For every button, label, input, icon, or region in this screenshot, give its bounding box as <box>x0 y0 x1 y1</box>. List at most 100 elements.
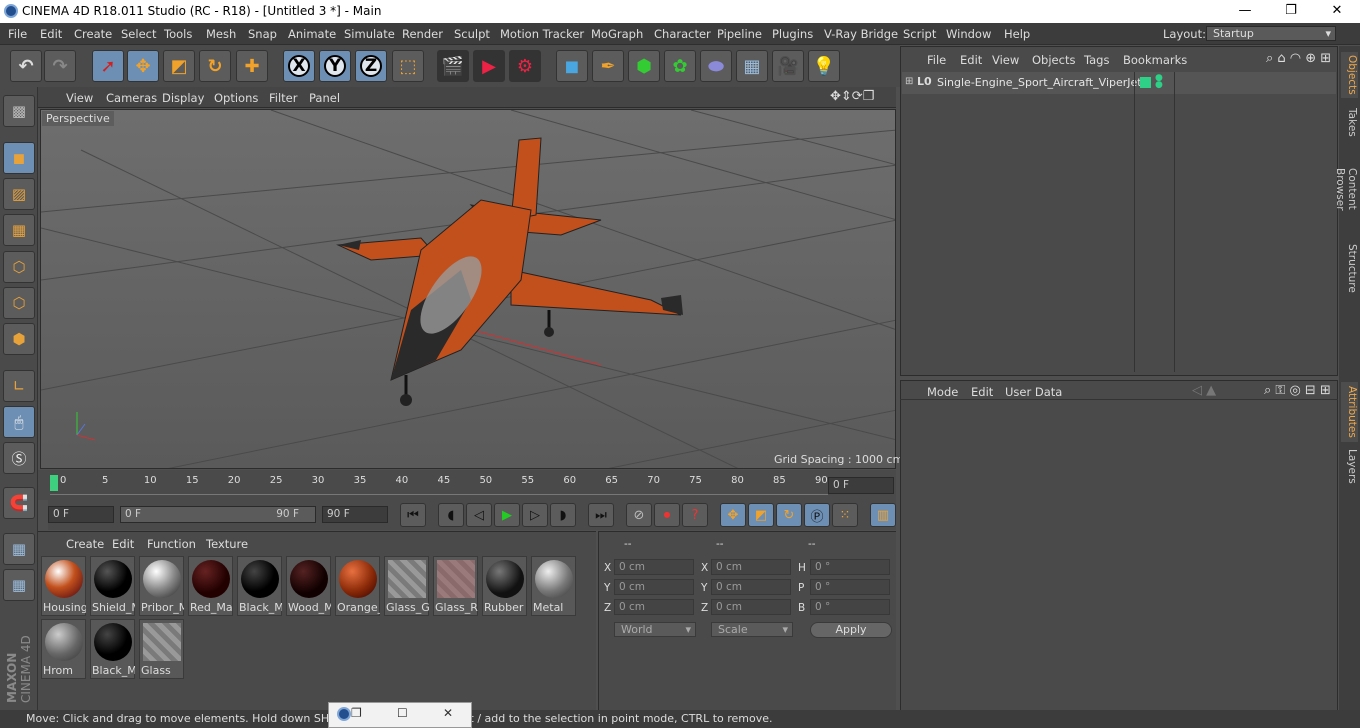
go-to-start-button[interactable]: ⏮ <box>400 503 426 527</box>
camera-button[interactable]: 🎥 <box>772 50 804 82</box>
key-position-button[interactable]: ✥ <box>720 503 746 527</box>
object-name[interactable]: Single-Engine_Sport_Aircraft_ViperJet <box>937 76 1142 89</box>
model-mode-button[interactable]: ◼ <box>3 142 35 174</box>
maximize-button[interactable]: ❐ <box>1268 0 1314 23</box>
viewport-menu-display[interactable]: Display <box>162 91 204 105</box>
viewport-menu-options[interactable]: Options <box>214 91 258 105</box>
material-swatch[interactable]: Black_M <box>237 556 282 616</box>
material-menu-function[interactable]: Function <box>147 537 196 551</box>
end-frame-field[interactable]: 90 F <box>322 506 388 523</box>
menu-animate[interactable]: Animate <box>288 27 336 41</box>
tab-structure[interactable]: Structure <box>1341 242 1358 294</box>
object-menu-tags[interactable]: Tags <box>1084 53 1109 67</box>
viewport-menu-cameras[interactable]: Cameras <box>106 91 157 105</box>
snap-button[interactable]: 🧲 <box>3 487 35 519</box>
close-button[interactable]: ✕ <box>1314 0 1360 23</box>
tab-attributes[interactable]: Attributes <box>1341 382 1358 442</box>
rotate-tool-button[interactable]: ↻ <box>199 50 231 82</box>
axis-mode-button[interactable]: ∟ <box>3 370 35 402</box>
autokey-button[interactable]: ? <box>682 503 708 527</box>
material-swatch[interactable]: Rubber <box>482 556 527 616</box>
mograph-cloner-button[interactable]: ✿ <box>664 50 696 82</box>
menu-snap[interactable]: Snap <box>248 27 277 41</box>
record-disabled-button[interactable]: ⊘ <box>626 503 652 527</box>
redo-button[interactable]: ↷ <box>44 50 76 82</box>
solo-mode-button[interactable]: Ⓢ <box>3 442 35 474</box>
render-picture-viewer-button[interactable]: ▶ <box>473 50 505 82</box>
key-parameter-button[interactable]: Ⓟ <box>804 503 830 527</box>
menu-file[interactable]: File <box>8 27 27 41</box>
menu-window[interactable]: Window <box>946 27 991 41</box>
material-swatch[interactable]: Red_Ma <box>188 556 233 616</box>
current-frame-field[interactable]: 0 F <box>828 477 894 494</box>
tab-takes[interactable]: Takes <box>1341 104 1358 140</box>
size-y-field[interactable]: 0 cm <box>711 579 791 595</box>
perspective-viewport[interactable] <box>40 109 896 469</box>
play-button[interactable]: ▶ <box>494 503 520 527</box>
position-z-field[interactable]: 0 cm <box>614 599 694 615</box>
visibility-dots-icon[interactable]: ● ● <box>1155 74 1163 90</box>
menu-mesh[interactable]: Mesh <box>206 27 236 41</box>
menu-script[interactable]: Script <box>903 27 936 41</box>
frame-range-slider[interactable]: 0 F 90 F <box>120 506 316 523</box>
menu-simulate[interactable]: Simulate <box>344 27 395 41</box>
transform-tool-button[interactable]: ✚ <box>236 50 268 82</box>
material-swatch[interactable]: Orange_ <box>335 556 380 616</box>
material-swatch[interactable]: Hrom <box>41 619 86 679</box>
move-tool-button[interactable]: ✥ <box>127 50 159 82</box>
next-key-button[interactable]: ◗ <box>550 503 576 527</box>
menu-character[interactable]: Character <box>654 27 711 41</box>
menu-pipeline[interactable]: Pipeline <box>717 27 762 41</box>
make-editable-button[interactable]: ▩ <box>3 95 35 127</box>
coordinate-space-dropdown[interactable]: World ▾ <box>614 622 696 637</box>
menu-vray-bridge[interactable]: V-Ray Bridge <box>824 27 898 41</box>
material-swatch[interactable]: Glass_Re <box>433 556 478 616</box>
y-axis-lock-button[interactable]: Y <box>319 50 351 82</box>
coordinate-system-button[interactable]: ⬚ <box>392 50 424 82</box>
size-x-field[interactable]: 0 cm <box>711 559 791 575</box>
material-swatch[interactable]: Glass_G <box>384 556 429 616</box>
cube-object-button[interactable]: ◼ <box>556 50 588 82</box>
previous-key-button[interactable]: ◖ <box>438 503 464 527</box>
key-scale-button[interactable]: ◩ <box>748 503 774 527</box>
light-button[interactable]: 💡 <box>808 50 840 82</box>
menu-create[interactable]: Create <box>74 27 112 41</box>
menu-edit[interactable]: Edit <box>40 27 62 41</box>
layer-color-swatch[interactable] <box>1140 77 1151 88</box>
position-x-field[interactable]: 0 cm <box>614 559 694 575</box>
tab-layers[interactable]: Layers <box>1341 448 1358 484</box>
menu-plugins[interactable]: Plugins <box>772 27 813 41</box>
next-frame-button[interactable]: ▷ <box>522 503 548 527</box>
x-axis-lock-button[interactable]: X <box>283 50 315 82</box>
menu-select[interactable]: Select <box>121 27 156 41</box>
material-swatch[interactable]: Glass <box>139 619 184 679</box>
previous-frame-button[interactable]: ◁ <box>466 503 492 527</box>
size-mode-dropdown[interactable]: Scale ▾ <box>711 622 793 637</box>
key-pla-button[interactable]: ⁙ <box>832 503 858 527</box>
timeline-ruler[interactable]: 0 5 10 15 20 25 30 35 40 45 50 55 60 65 70 75 80 85 90 0 F <box>38 470 896 500</box>
object-menu-view[interactable]: View <box>992 53 1019 67</box>
object-menu-file[interactable]: File <box>927 53 946 67</box>
apply-button[interactable]: Apply <box>810 622 892 638</box>
rotation-b-field[interactable]: 0 ° <box>810 599 890 615</box>
render-settings-button[interactable]: ⚙ <box>509 50 541 82</box>
object-manager-tool-icons[interactable]: ⌕ ⌂ ◠ ⊕ ⊞ <box>1266 51 1331 66</box>
tab-content-browser[interactable]: Content Browser <box>1334 146 1358 232</box>
menu-motion-tracker[interactable]: Motion Tracker <box>500 27 584 41</box>
material-menu-edit[interactable]: Edit <box>112 537 134 551</box>
tweak-mode-button[interactable]: 🖱 <box>3 406 35 438</box>
subdivision-button[interactable]: ⬢ <box>628 50 660 82</box>
size-z-field[interactable]: 0 cm <box>711 599 791 615</box>
z-axis-lock-button[interactable]: Z <box>355 50 387 82</box>
object-menu-objects[interactable]: Objects <box>1032 53 1075 67</box>
go-to-end-button[interactable]: ⏭ <box>588 503 614 527</box>
points-mode-button[interactable]: ⬡ <box>3 251 35 283</box>
object-menu-edit[interactable]: Edit <box>960 53 982 67</box>
live-selection-button[interactable]: ➚ <box>92 50 124 82</box>
playhead-marker[interactable] <box>50 475 58 491</box>
object-row[interactable]: ⊞ L0 Single-Engine_Sport_Aircraft_ViperJ… <box>902 72 1336 372</box>
scale-tool-button[interactable]: ◩ <box>163 50 195 82</box>
menu-tools[interactable]: Tools <box>164 27 192 41</box>
start-frame-field[interactable]: 0 F <box>48 506 114 523</box>
taskbar-thumbnail-popup[interactable]: ❐ ☐ ✕ <box>328 702 472 728</box>
